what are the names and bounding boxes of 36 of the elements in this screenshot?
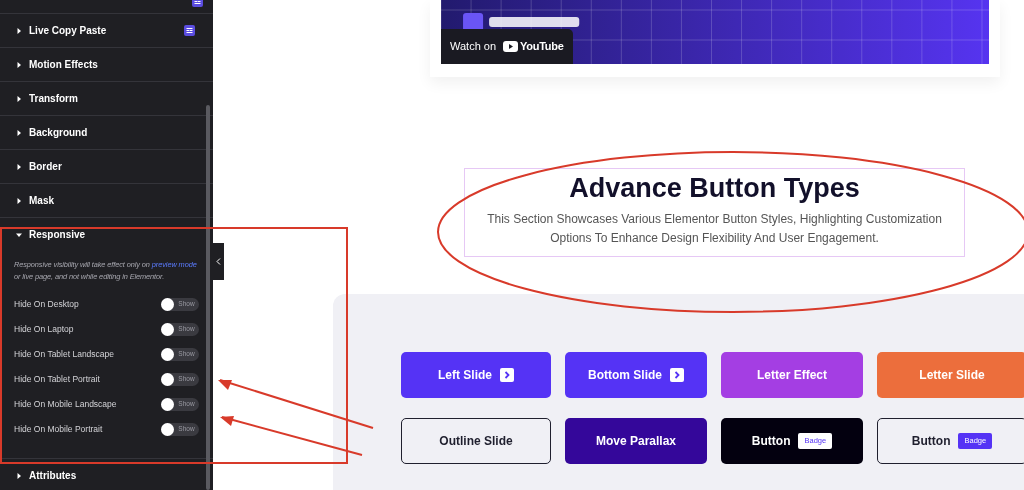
collapse-panel-button[interactable] (213, 243, 224, 280)
caret-icon (16, 95, 22, 102)
section-header[interactable]: Transform (0, 82, 205, 115)
demo-button[interactable]: Left Slide (401, 352, 551, 398)
chevron-right-icon (500, 368, 514, 382)
section-header[interactable]: Background (0, 116, 205, 149)
section-header[interactable]: Responsive (0, 218, 205, 251)
toggle-label: Hide On Mobile Portrait (14, 422, 103, 436)
play-icon (503, 41, 519, 52)
scrollbar[interactable] (206, 105, 210, 490)
caret-icon (16, 231, 22, 238)
section-header[interactable]: Live Copy Paste (0, 14, 205, 47)
caret-icon (16, 472, 22, 479)
toggle-label: Hide On Mobile Landscape (14, 397, 117, 411)
section-title: Advance Button Types (569, 172, 860, 204)
toggle-label: Hide On Laptop (14, 322, 74, 336)
toggle-label: Hide On Tablet Landscape (14, 347, 115, 361)
chevron-left-icon (216, 258, 221, 265)
caret-icon (16, 197, 22, 204)
caret-icon (16, 163, 22, 170)
demo-button[interactable]: Bottom Slide (565, 352, 707, 398)
section-header[interactable]: Border (0, 150, 205, 183)
caret-icon (16, 129, 22, 136)
section-header[interactable]: Motion Effects (0, 48, 205, 81)
section-header[interactable]: Attributes (0, 459, 205, 490)
toggle-label: Hide On Tablet Portrait (14, 372, 100, 386)
section-subtitle: This Section Showcases Various Elementor Button Styles, Highlighting Customization Options To Enhance Design Flexibility And User Engagement. (486, 211, 943, 247)
toggle-label: Hide On Desktop (14, 297, 79, 311)
demo-button[interactable]: Move Parallax (565, 418, 707, 464)
demo-button[interactable]: Letter Effect (721, 352, 863, 398)
demo-button[interactable]: Outline Slide (401, 418, 551, 464)
caret-icon (16, 27, 22, 34)
caret-icon (16, 61, 22, 68)
section-header[interactable]: Mask (0, 184, 205, 217)
watch-on-youtube-button[interactable]: Watch on YouTube (441, 29, 573, 64)
chevron-right-icon (670, 368, 684, 382)
